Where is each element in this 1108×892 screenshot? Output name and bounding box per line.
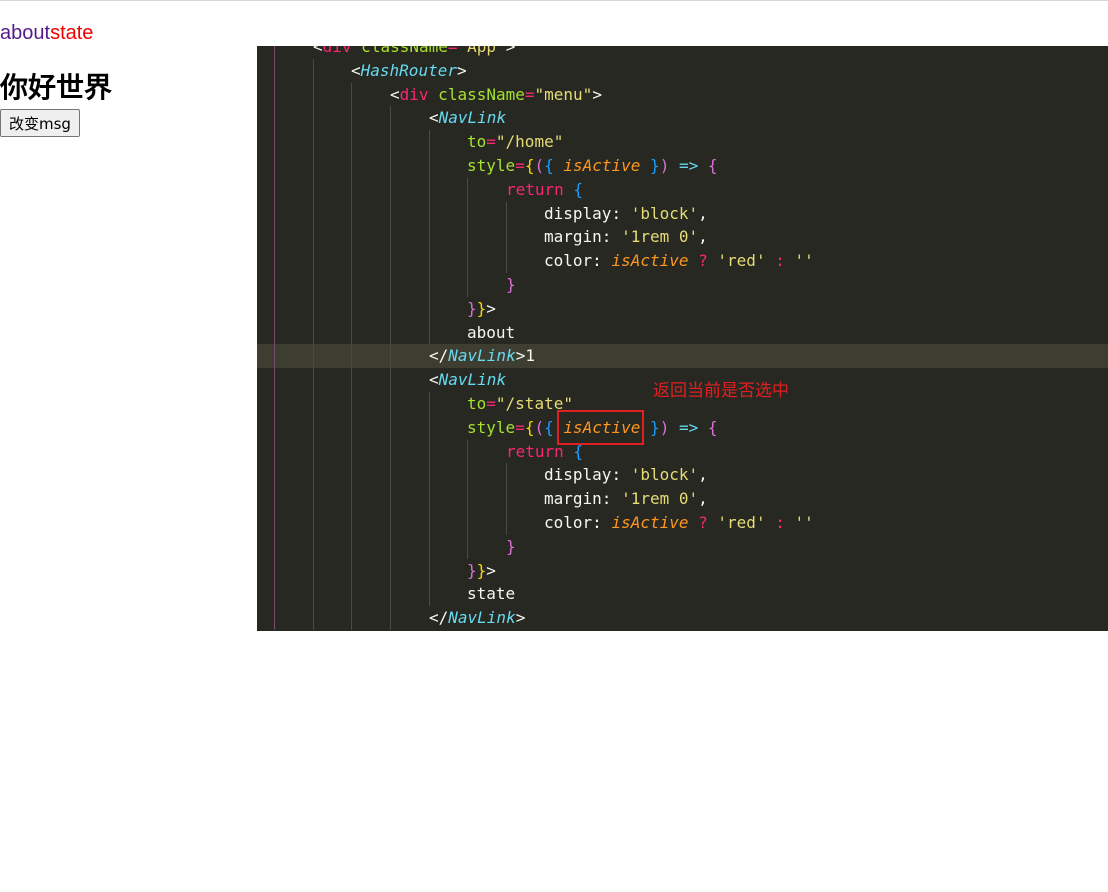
code-line: about xyxy=(257,320,1108,345)
code-line: <div className="menu"> xyxy=(257,82,1108,107)
code-line: <HashRouter> xyxy=(257,58,1108,83)
code-line: color: isActive ? 'red' : '' xyxy=(257,510,1108,535)
code-line: state xyxy=(257,582,1108,607)
code-line: to="/home" xyxy=(257,130,1108,154)
nav-link-about[interactable]: about xyxy=(0,22,50,44)
code-line: }}> xyxy=(257,558,1108,583)
code-editor-screenshot: <div className="App"> <HashRouter> <div … xyxy=(257,46,1108,631)
code-line: margin: '1rem 0', xyxy=(257,225,1108,250)
code-line: }}> xyxy=(257,296,1108,321)
code-line: color: isActive ? 'red' : '' xyxy=(257,249,1108,273)
code-block: <div className="App"> <HashRouter> <div … xyxy=(257,46,1108,630)
nav-links: aboutstate xyxy=(0,22,93,45)
page-heading: 你好世界 xyxy=(0,71,113,104)
code-line: <NavLink xyxy=(257,106,1108,131)
highlight-box xyxy=(557,410,644,445)
nav-link-state[interactable]: state xyxy=(50,22,93,44)
code-line: </NavLink> xyxy=(257,606,1108,630)
change-msg-button[interactable]: 改变msg xyxy=(0,109,80,137)
code-line: margin: '1rem 0', xyxy=(257,487,1108,511)
code-line: } xyxy=(257,534,1108,559)
code-line: <div className="App"> xyxy=(257,46,1108,59)
annotation-label: 返回当前是否选中 xyxy=(653,381,789,401)
code-line: style={({ isActive }) => { xyxy=(257,153,1108,178)
code-line: display: 'block', xyxy=(257,463,1108,488)
code-line: return { xyxy=(257,177,1108,202)
code-line: style={({ isActive }) => { xyxy=(257,415,1108,440)
browser-top-border xyxy=(0,0,1108,1)
code-line: display: 'block', xyxy=(257,201,1108,226)
code-line: } xyxy=(257,272,1108,297)
code-line-current: </NavLink>1 xyxy=(257,344,1108,369)
code-line: return { xyxy=(257,439,1108,464)
